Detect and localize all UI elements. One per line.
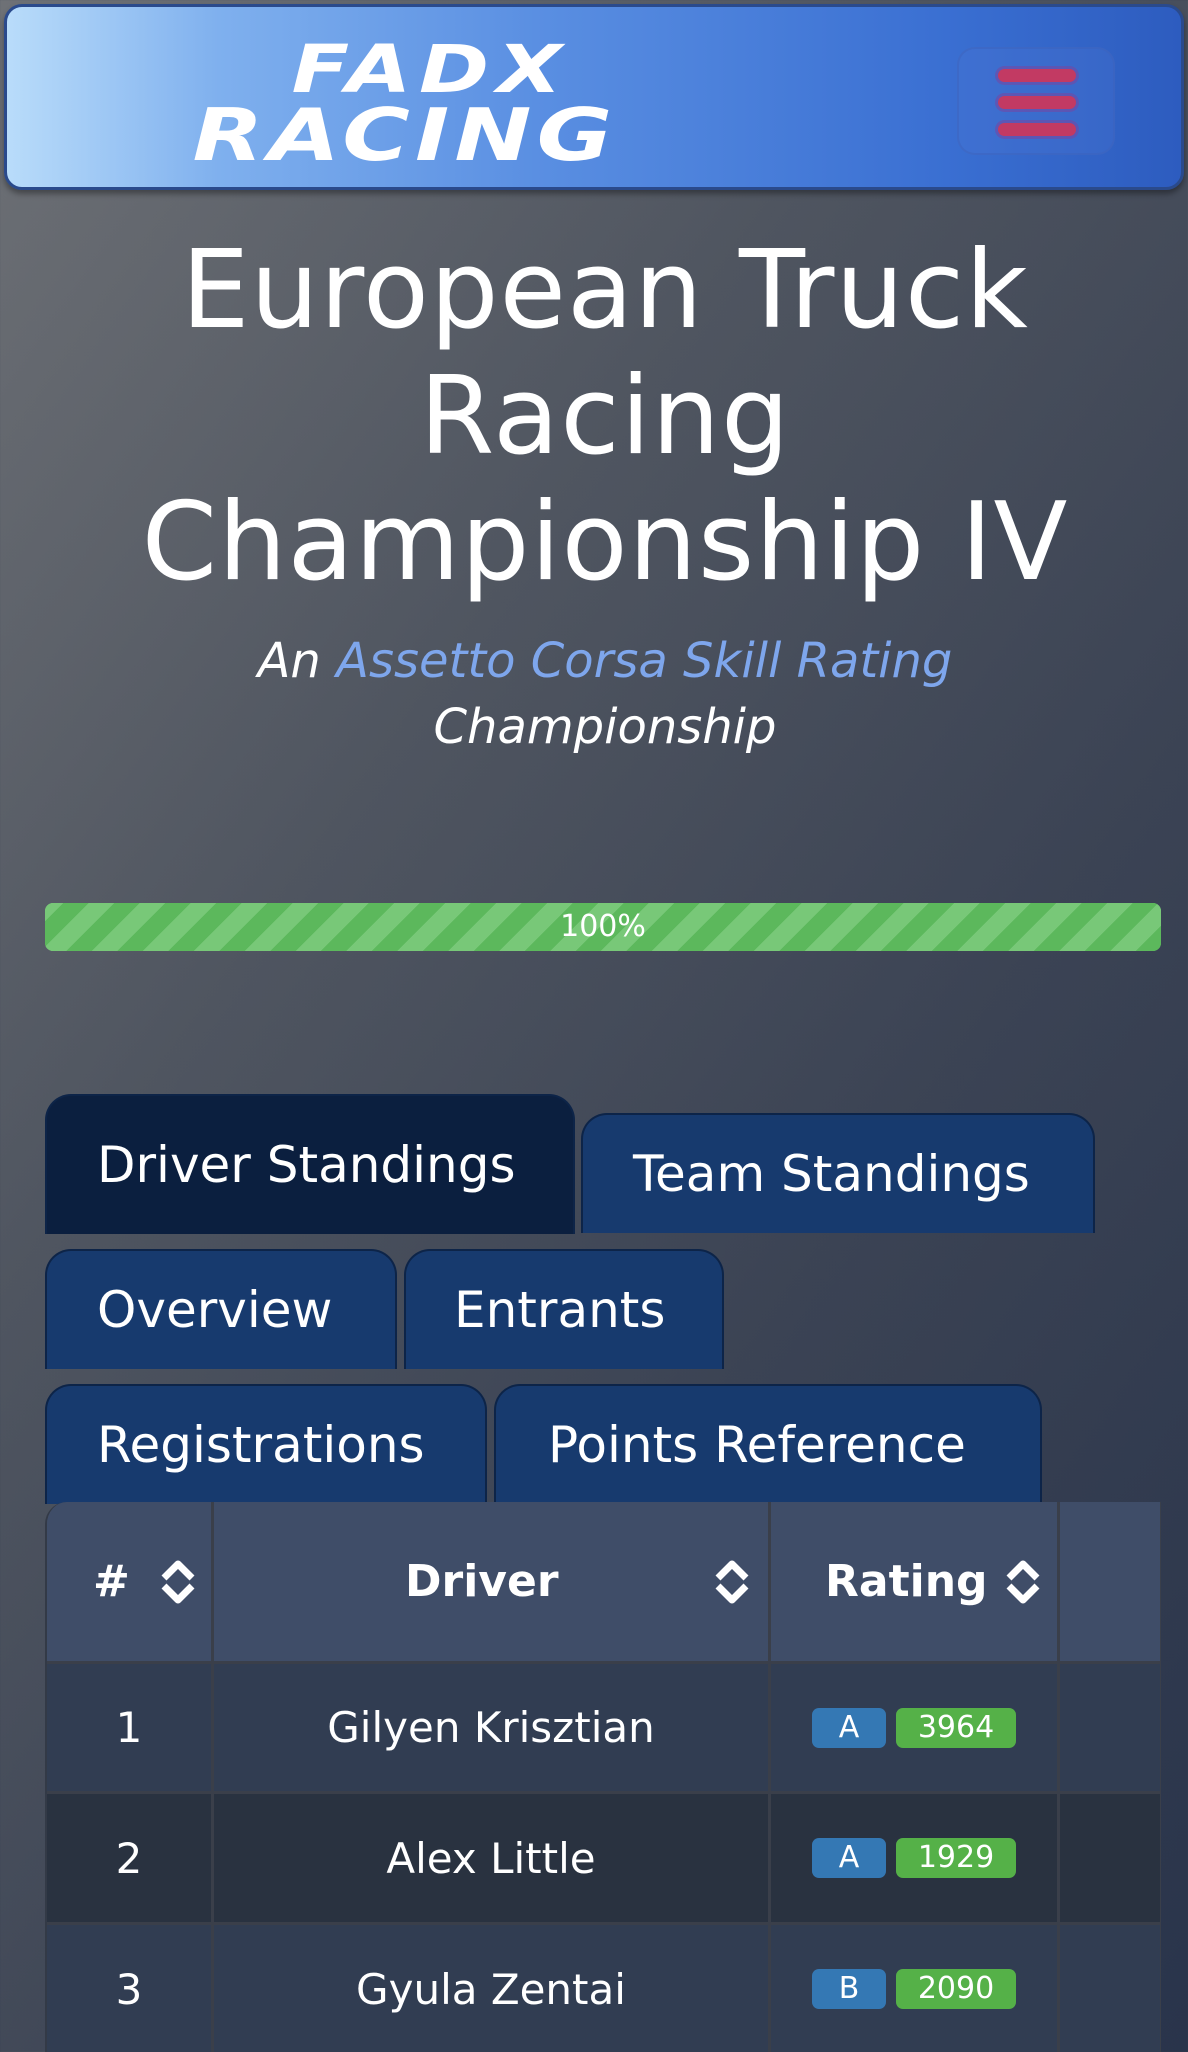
page-subtitle: An Assetto Corsa Skill Rating Championsh… [40, 628, 1170, 760]
subtitle-suffix: Championship [433, 699, 777, 755]
tab-points-reference[interactable]: Points Reference [494, 1384, 1042, 1504]
tab-team-standings[interactable]: Team Standings [581, 1113, 1095, 1233]
class-badge: A [812, 1838, 886, 1878]
table-row-1-rating: A 3964 [771, 1664, 1060, 1794]
table-row-1-driver[interactable]: Gilyen Krisztian [214, 1664, 771, 1794]
table-row-2-rating: A 1929 [771, 1794, 1060, 1925]
brand-logo[interactable]: FADX RACING [145, 37, 665, 172]
rating-badge: 3964 [896, 1707, 1016, 1748]
class-badge: B [812, 1969, 886, 2009]
column-header-position[interactable]: # [47, 1502, 214, 1664]
tab-entrants[interactable]: Entrants [404, 1249, 724, 1369]
skill-rating-link[interactable]: Assetto Corsa Skill Rating [336, 633, 952, 689]
column-header-driver-label: Driver [405, 1556, 559, 1607]
table-row-3-position: 3 [47, 1925, 214, 2052]
logo-line-2: RACING [192, 93, 618, 177]
subtitle-prefix: An [257, 633, 321, 689]
tab-driver-standings[interactable]: Driver Standings [45, 1094, 575, 1234]
table-row-1-position: 1 [47, 1664, 214, 1794]
column-header-extra [1060, 1502, 1161, 1664]
sort-updown-icon [161, 1560, 195, 1604]
table-row-3-rating: B 2090 [771, 1925, 1060, 2052]
table-row-1-extra [1060, 1664, 1161, 1794]
column-header-rating-label: Rating [825, 1556, 988, 1607]
rating-badge: 2090 [896, 1969, 1016, 2009]
page-title: European Truck Racing Championship IV [141, 228, 1069, 605]
tab-registrations[interactable]: Registrations [45, 1384, 487, 1504]
table-row-2-driver[interactable]: Alex Little [214, 1794, 771, 1925]
table-row-2-extra [1060, 1794, 1161, 1925]
column-header-position-label: # [93, 1556, 130, 1607]
sort-updown-icon [715, 1560, 749, 1604]
rating-badge: 1929 [896, 1838, 1016, 1878]
progress-label: 100% [560, 909, 646, 944]
column-header-driver[interactable]: Driver [214, 1502, 771, 1664]
navbar: FADX RACING [4, 4, 1184, 190]
driver-standings-table: # Driver Rating 1 Gilyen Krisztian A 396… [45, 1502, 1161, 2052]
table-row-3-extra [1060, 1925, 1161, 2052]
tab-overview[interactable]: Overview [45, 1249, 397, 1369]
table-row-3-driver[interactable]: Gyula Zentai [214, 1925, 771, 2052]
menu-toggle-button[interactable] [957, 47, 1115, 155]
class-badge: A [812, 1707, 886, 1748]
sort-updown-icon [1006, 1560, 1040, 1604]
championship-progress-bar: 100% [45, 903, 1161, 951]
table-row-2-position: 2 [47, 1794, 214, 1925]
column-header-rating[interactable]: Rating [771, 1502, 1060, 1664]
